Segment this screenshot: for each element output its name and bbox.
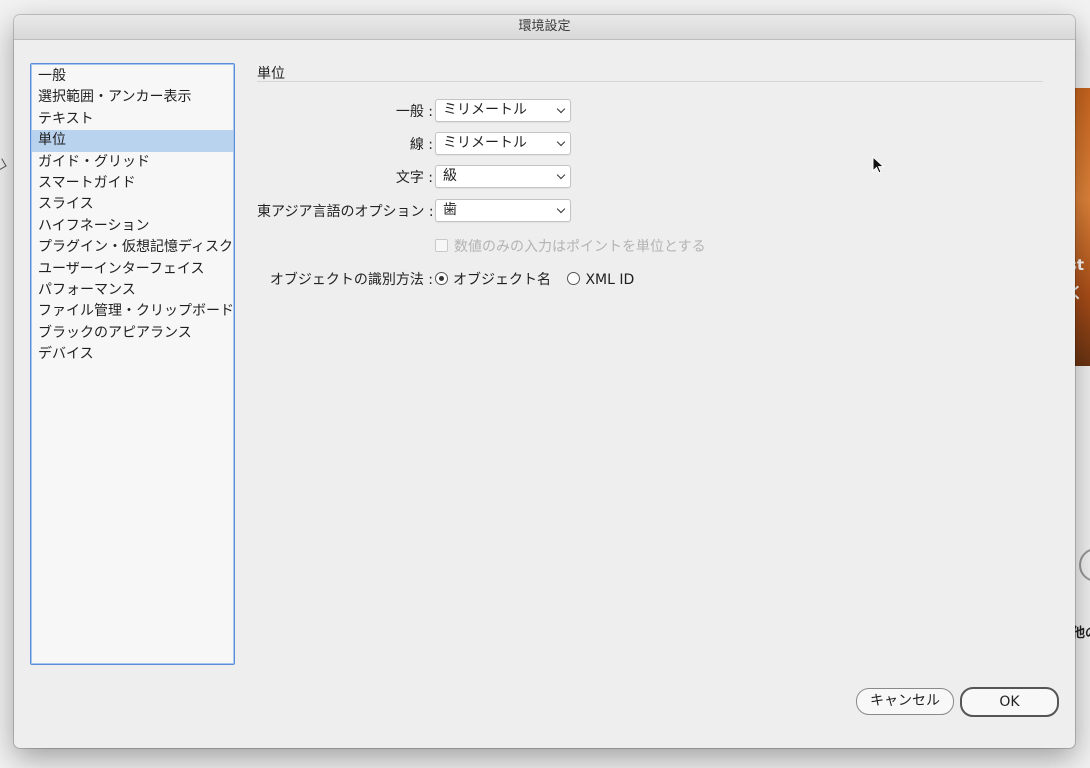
chevron-down-icon [556,137,566,147]
sidebar-item-performance[interactable]: パフォーマンス [32,280,233,301]
dialog-title: 環境設定 [14,15,1075,40]
section-title: 単位 [257,66,285,82]
sidebar-item-file-handling[interactable]: ファイル管理・クリップボード [32,301,234,322]
east-asian-units-select[interactable]: 歯 [435,199,571,222]
general-units-label: 一般 : [395,104,433,120]
type-units-select[interactable]: 級 [435,165,571,188]
sidebar-item-slices[interactable]: スライス [32,194,233,215]
numbers-without-units-option: 数値のみの入力はポイントを単位とする [435,236,706,256]
stroke-units-select[interactable]: ミリメートル [435,132,571,155]
identify-by-xml-id-option[interactable]: XML ID [567,272,634,288]
type-units-label: 文字 : [395,170,433,186]
identify-objects-label: オブジェクトの識別方法 : [269,272,433,288]
ok-button[interactable]: OK [960,687,1059,717]
sidebar-item-selection[interactable]: 選択範囲・アンカー表示 [32,87,233,108]
sidebar-item-user-interface[interactable]: ユーザーインターフェイス [32,259,233,280]
sidebar-item-devices[interactable]: デバイス [32,344,233,365]
general-units-value: ミリメートル [443,102,527,118]
sidebar-item-black-appearance[interactable]: ブラックのアピアランス [32,323,233,344]
background-photo [1075,88,1090,366]
stroke-units-label: 線 : [409,137,433,153]
sidebar-item-hyphenation[interactable]: ハイフネーション [32,216,233,237]
cancel-button[interactable]: キャンセル [856,688,954,715]
sidebar-item-units[interactable]: 単位 [32,130,233,152]
stroke-units-value: ミリメートル [443,135,527,151]
section-divider [257,81,1043,82]
object-name-label: オブジェクト名 [453,272,551,288]
numbers-without-units-label: 数値のみの入力はポイントを単位とする [454,239,706,255]
east-asian-units-value: 歯 [443,202,457,218]
sidebar-item-smart-guides[interactable]: スマートガイド [32,173,233,194]
chevron-down-icon [556,170,566,180]
chevron-down-icon [556,104,566,114]
xml-id-radio[interactable] [567,272,581,285]
sidebar-item-general[interactable]: 一般 [32,66,233,87]
chevron-down-icon [556,204,566,214]
xml-id-label: XML ID [585,272,635,288]
identify-objects-radio-group: オブジェクト名 XML ID [435,269,646,289]
general-units-select[interactable]: ミリメートル [435,99,571,122]
object-name-radio[interactable] [435,272,448,285]
identify-by-object-name-option[interactable]: オブジェクト名 [435,269,551,289]
type-units-value: 級 [443,168,457,184]
sidebar-item-text[interactable]: テキスト [32,109,233,130]
east-asian-units-label: 東アジア言語のオプション : [257,204,434,220]
category-list[interactable]: 一般 選択範囲・アンカー表示 テキスト 単位 ガイド・グリッド スマートガイド … [30,63,235,665]
numbers-without-units-checkbox [435,239,448,252]
sidebar-item-plugins-scratch[interactable]: プラグイン・仮想記憶ディスク [32,237,233,258]
sidebar-item-guides-grid[interactable]: ガイド・グリッド [32,152,233,173]
preferences-dialog: 環境設定 一般 選択範囲・アンカー表示 テキスト 単位 ガイド・グリッド スマー… [14,15,1075,748]
mouse-pointer-icon [872,156,885,174]
